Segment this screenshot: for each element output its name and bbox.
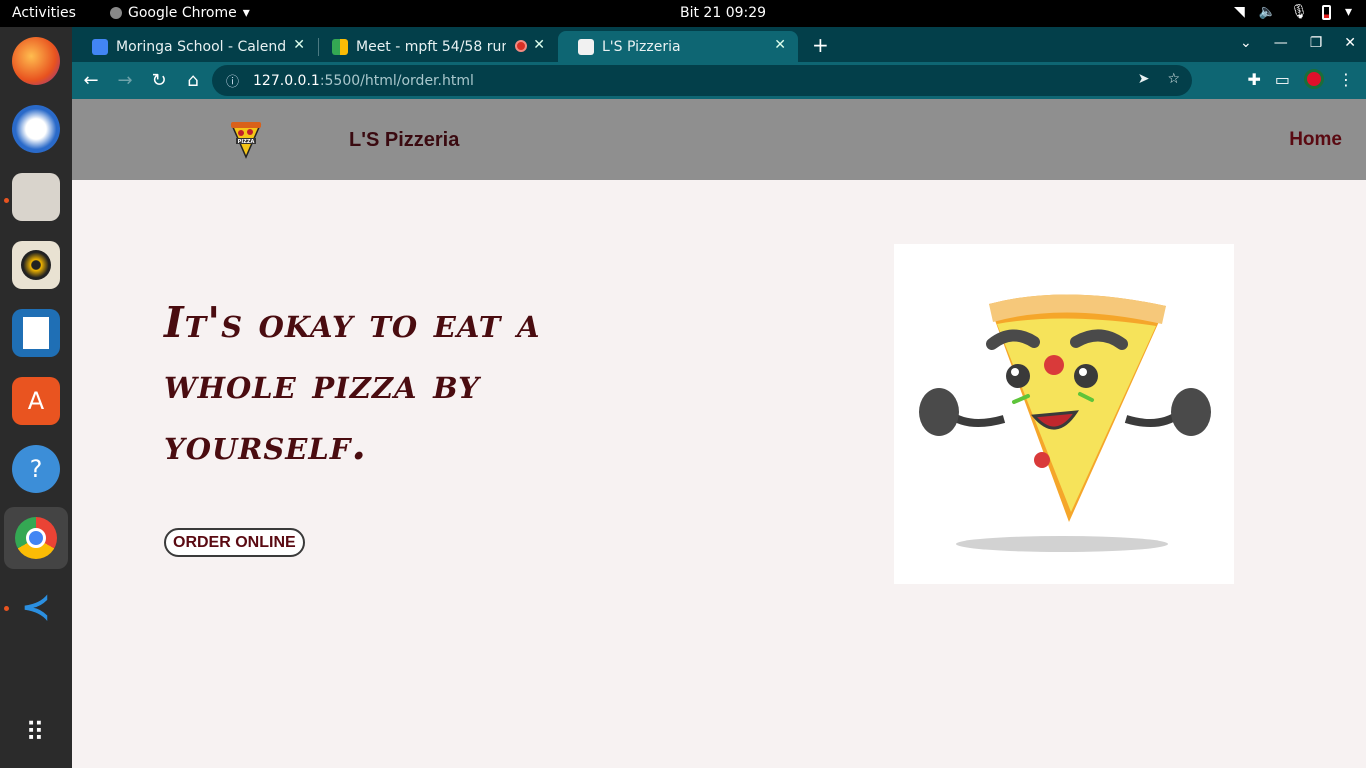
address-bar[interactable]: ⓘ 127.0.0.1 :5500/html/order.html ➤ ☆: [212, 65, 1192, 96]
rhythmbox-icon[interactable]: [12, 241, 60, 289]
close-tab-icon[interactable]: ✕: [774, 37, 786, 53]
calendar-favicon-icon: [92, 38, 108, 55]
vscode-icon[interactable]: ≺: [12, 583, 60, 631]
close-window-icon[interactable]: ✕: [1344, 35, 1356, 51]
pizza-logo[interactable]: PIZZA: [230, 119, 262, 159]
tab-strip: Moringa School - Calenda ✕ Meet - mpft 5…: [72, 27, 1366, 62]
page-favicon-icon: [578, 38, 594, 55]
pizza-mascot-image: [894, 244, 1234, 584]
thunderbird-icon[interactable]: [12, 105, 60, 153]
tab-ls-pizzeria[interactable]: L'S Pizzeria ✕: [558, 31, 798, 62]
url-host: 127.0.0.1: [253, 72, 320, 89]
cast-icon[interactable]: ▭: [1275, 70, 1290, 89]
hero-title: It's okay to eat a whole pizza by yourse…: [164, 298, 541, 469]
forward-icon[interactable]: →: [110, 66, 140, 96]
recording-icon: [515, 40, 527, 52]
help-icon[interactable]: ?: [12, 445, 60, 493]
browser-window: Moringa School - Calenda ✕ Meet - mpft 5…: [72, 27, 1366, 768]
extensions-icon[interactable]: ✚: [1247, 70, 1260, 89]
dock: A ? ≺ ⠿: [0, 27, 72, 768]
system-tray[interactable]: ◥ 🔈 🎙 ▾: [1234, 4, 1352, 20]
microphone-icon: 🎙: [1290, 4, 1308, 20]
activities-button[interactable]: Activities: [12, 5, 76, 21]
chrome-icon[interactable]: [4, 507, 68, 569]
minimize-icon[interactable]: —: [1274, 35, 1288, 51]
web-page: PIZZA L'S Pizzeria Home It's okay to eat…: [72, 99, 1366, 768]
app-menu-label: Google Chrome: [128, 5, 237, 21]
close-tab-icon[interactable]: ✕: [533, 37, 545, 53]
meet-favicon-icon: [332, 38, 348, 55]
show-apps-icon[interactable]: ⠿: [12, 709, 60, 757]
browser-toolbar: ← → ↻ ⌂ ⓘ 127.0.0.1 :5500/html/order.htm…: [72, 62, 1366, 99]
libreoffice-writer-icon[interactable]: [12, 309, 60, 357]
battery-icon: [1321, 4, 1331, 20]
restore-icon[interactable]: ❐: [1310, 35, 1323, 51]
system-menu-caret-icon: ▾: [1344, 4, 1352, 20]
running-indicator: [4, 198, 9, 203]
order-online-button[interactable]: ORDER ONLINE: [164, 528, 305, 557]
tab-search-icon[interactable]: ⌄: [1240, 35, 1252, 51]
tab-moringa-calendar[interactable]: Moringa School - Calenda ✕: [72, 31, 317, 62]
home-icon[interactable]: ⌂: [178, 66, 208, 96]
send-to-device-icon[interactable]: ➤: [1138, 71, 1150, 87]
url-path: :5500/html/order.html: [319, 72, 474, 89]
omnibox-actions: ➤ ☆: [1138, 71, 1180, 87]
nav-home-link[interactable]: Home: [1289, 129, 1342, 151]
running-indicator: [4, 606, 9, 611]
logo-text: PIZZA: [238, 139, 255, 145]
close-tab-icon[interactable]: ✕: [293, 37, 305, 53]
files-icon[interactable]: [12, 173, 60, 221]
new-tab-button[interactable]: +: [812, 33, 829, 57]
chrome-small-icon: [110, 7, 122, 19]
toolbar-actions: ✚ ▭ ⋮: [1247, 69, 1354, 89]
system-top-bar: Activities Google Chrome ▾ Bit 21 09:29 …: [0, 0, 1366, 27]
volume-icon: 🔈: [1258, 4, 1277, 20]
menu-icon[interactable]: ⋮: [1338, 70, 1354, 89]
back-icon[interactable]: ←: [76, 66, 106, 96]
app-menu[interactable]: Google Chrome ▾: [110, 5, 250, 21]
site-info-icon[interactable]: ⓘ: [226, 71, 239, 90]
site-header: PIZZA L'S Pizzeria Home: [72, 99, 1366, 180]
bookmark-star-icon[interactable]: ☆: [1167, 71, 1180, 87]
caret-down-icon: ▾: [242, 5, 250, 21]
site-brand[interactable]: L'S Pizzeria: [349, 129, 459, 152]
wifi-icon: ◥: [1233, 4, 1245, 20]
tab-meet[interactable]: Meet - mpft 54/58 runt ✕: [312, 31, 557, 62]
clock[interactable]: Bit 21 09:29: [680, 5, 766, 21]
window-controls: ⌄ — ❐ ✕: [1240, 35, 1356, 51]
profile-avatar[interactable]: [1304, 69, 1324, 89]
reload-icon[interactable]: ↻: [144, 66, 174, 96]
software-center-icon[interactable]: A: [12, 377, 60, 425]
firefox-icon[interactable]: [12, 37, 60, 85]
